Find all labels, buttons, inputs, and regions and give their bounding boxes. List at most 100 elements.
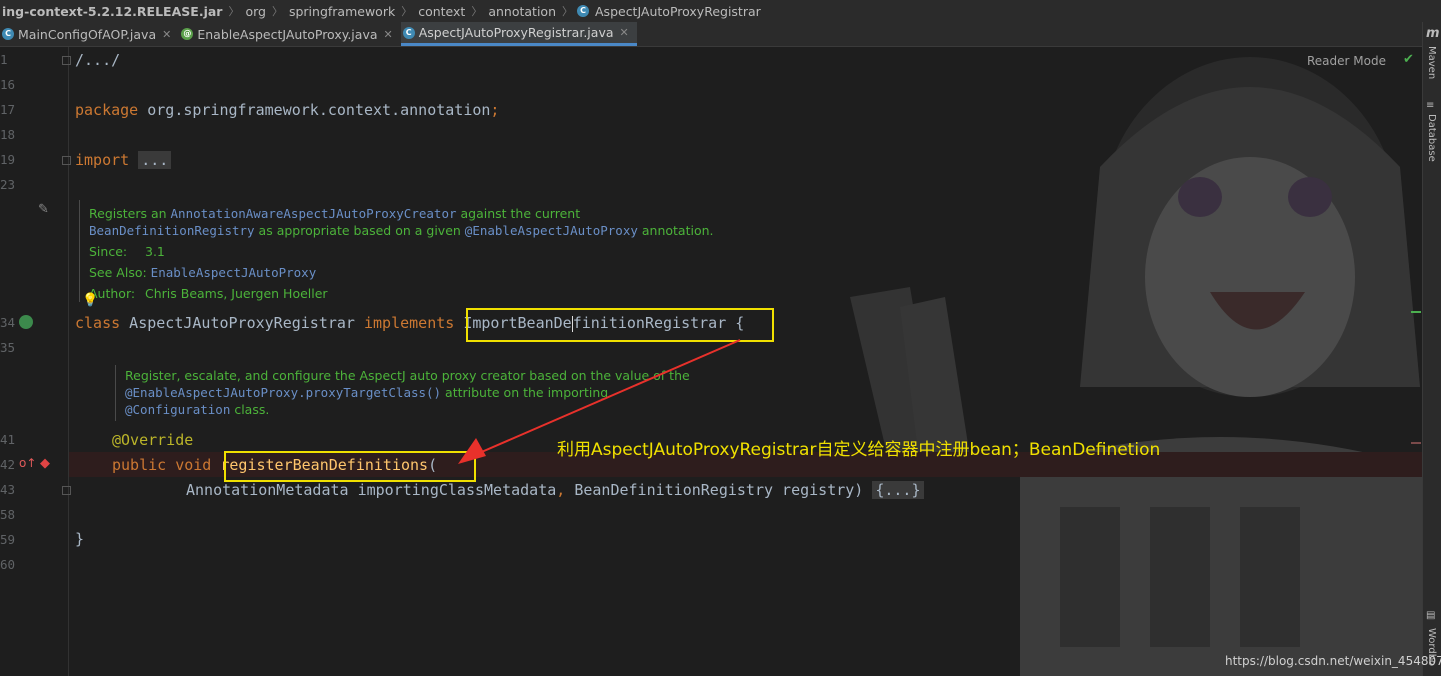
line-number: 18 (0, 127, 16, 142)
line-gutter[interactable]: 1 16 17 18 19 23 34 35 41 42 43 58 59 60… (0, 47, 69, 676)
collapsed-method-body[interactable]: {...} (872, 481, 924, 499)
line-number: 35 (0, 340, 16, 355)
code-line-close[interactable]: } (75, 530, 84, 548)
breadcrumb-context[interactable]: context (416, 4, 467, 19)
tab-mainconfigofaop[interactable]: C MainConfigOfAOP.java ✕ (0, 22, 179, 46)
doc-link[interactable]: @Configuration (125, 402, 230, 417)
code-line-import[interactable]: import ... (75, 151, 172, 169)
line-number: 60 (0, 557, 16, 572)
tab-label: EnableAspectJAutoProxy.java (197, 26, 378, 42)
package-name: org.springframework.context.annotation (138, 101, 491, 119)
editor-tabs: C MainConfigOfAOP.java ✕ @ EnableAspectJ… (0, 22, 1441, 47)
code-line-params[interactable]: AnnotationMetadata importingClassMetadat… (186, 481, 924, 499)
brace: } (75, 530, 85, 548)
doc-text: as appropriate based on a given (254, 223, 465, 238)
doc-link[interactable]: AnnotationAwareAspectJAutoProxyCreator (171, 206, 457, 221)
code-line-1[interactable]: /.../ (75, 51, 120, 69)
breakpoint-diamond-icon[interactable]: ◆ (40, 456, 50, 471)
class-name: AspectJAutoProxyRegistrar (120, 314, 364, 332)
highlight-box-method (224, 451, 476, 482)
comma: , (556, 481, 566, 499)
breadcrumb: ing-context-5.2.12.RELEASE.jar 〉 org 〉 s… (0, 0, 1441, 22)
doc-text: annotation. (637, 223, 714, 238)
doc-see-link[interactable]: EnableAspectJAutoProxy (151, 265, 317, 280)
tab-label: MainConfigOfAOP.java (18, 26, 157, 42)
annotation-icon: @ (181, 28, 194, 40)
breadcrumb-jar[interactable]: ing-context-5.2.12.RELEASE.jar (0, 4, 224, 19)
code-line-package[interactable]: package org.springframework.context.anno… (75, 101, 499, 119)
wordbook-icon[interactable]: ▤ (1426, 610, 1435, 621)
breadcrumb-separator-icon: 〉 (228, 5, 240, 18)
class-javadoc: Registers an AnnotationAwareAspectJAutoP… (89, 204, 714, 304)
scrollbar-marker[interactable] (1411, 442, 1421, 444)
param-metadata: AnnotationMetadata importingClassMetadat… (186, 481, 557, 499)
line-number: 34 (0, 315, 16, 330)
doc-since-label: Since: (89, 244, 128, 259)
semicolon: ; (490, 101, 500, 119)
breadcrumb-org[interactable]: org (243, 4, 268, 19)
doc-bar (79, 200, 80, 302)
breadcrumb-annotation[interactable]: annotation (486, 4, 558, 19)
watermark: https://blog.csdn.net/weixin_4548078 (1225, 654, 1441, 668)
code-line-override[interactable]: @Override (112, 431, 193, 449)
reader-mode-toggle[interactable]: Reader Mode (1307, 54, 1386, 68)
implementation-gutter-icon[interactable] (19, 315, 33, 329)
annotation-note: 利用AspectJAutoProxyRegistrar自定义给容器中注册bean… (557, 440, 1161, 460)
line-number: 42 (0, 457, 16, 472)
line-number: 19 (0, 152, 16, 167)
keyword: package (75, 101, 139, 119)
close-icon[interactable]: ✕ (384, 28, 393, 41)
edit-doc-pencil-icon[interactable]: ✎ (38, 202, 49, 217)
database-icon[interactable]: ≡ (1426, 100, 1434, 111)
background-hand-figure (850, 287, 970, 467)
doc-link[interactable]: @EnableAspectJAutoProxy (465, 223, 638, 238)
doc-see-label: See Also: (89, 265, 151, 280)
class-icon: C (2, 28, 14, 40)
tab-enableaspectjautoproxy[interactable]: @ EnableAspectJAutoProxy.java ✕ (179, 22, 400, 46)
scrollbar-marker[interactable] (1411, 311, 1421, 313)
line-number: 16 (0, 77, 16, 92)
line-number: 58 (0, 507, 16, 522)
lightbulb-icon[interactable]: 💡 (82, 293, 98, 308)
doc-link[interactable]: @EnableAspectJAutoProxy.proxyTargetClass… (125, 385, 441, 400)
tab-aspectjautoproxyregistrar[interactable]: C AspectJAutoProxyRegistrar.java ✕ (400, 22, 637, 46)
doc-link[interactable]: BeanDefinitionRegistry (89, 223, 255, 238)
code-editor[interactable]: 1 16 17 18 19 23 34 35 41 42 43 58 59 60… (0, 47, 1422, 676)
line-number: 59 (0, 532, 16, 547)
keyword: public void (112, 456, 212, 474)
collapsed-imports[interactable]: ... (138, 151, 172, 169)
override-gutter-icon[interactable]: o↑ (19, 456, 36, 470)
override-annotation: @Override (112, 431, 194, 449)
close-icon[interactable]: ✕ (620, 26, 629, 39)
inspection-ok-check-icon[interactable]: ✔ (1403, 52, 1414, 67)
doc-text: class. (230, 402, 270, 417)
line-number: 41 (0, 432, 16, 447)
doc-text: against the current (456, 206, 581, 221)
breadcrumb-separator-icon: 〉 (471, 5, 483, 18)
collapsed-header[interactable]: /.../ (75, 51, 120, 69)
database-tool-button[interactable]: Database (1426, 114, 1437, 162)
fold-toggle-icon[interactable] (62, 56, 71, 65)
keyword: class (75, 314, 121, 332)
line-number: 17 (0, 102, 16, 117)
keyword: implements (364, 314, 455, 332)
doc-text: Registers an (89, 206, 171, 221)
breadcrumb-separator-icon: 〉 (271, 5, 283, 18)
doc-bar (115, 365, 116, 421)
line-number: 1 (0, 52, 8, 67)
right-tool-strip: m Maven ≡ Database ▤ Wordbo (1422, 22, 1441, 676)
breadcrumb-current[interactable]: AspectJAutoProxyRegistrar (593, 4, 763, 19)
breadcrumb-separator-icon: 〉 (401, 5, 413, 18)
keyword: import (75, 151, 130, 169)
fold-toggle-icon[interactable] (62, 486, 71, 495)
maven-icon[interactable]: m (1426, 26, 1440, 41)
doc-since-value: 3.1 (145, 244, 165, 259)
close-icon[interactable]: ✕ (162, 28, 171, 41)
class-icon: C (402, 26, 415, 39)
fold-toggle-icon[interactable] (62, 156, 71, 165)
maven-tool-button[interactable]: Maven (1426, 46, 1437, 79)
class-icon: C (577, 5, 589, 17)
breadcrumb-springframework[interactable]: springframework (287, 4, 397, 19)
param-registry: BeanDefinitionRegistry registry) (565, 481, 873, 499)
tab-label: AspectJAutoProxyRegistrar.java (418, 25, 614, 40)
